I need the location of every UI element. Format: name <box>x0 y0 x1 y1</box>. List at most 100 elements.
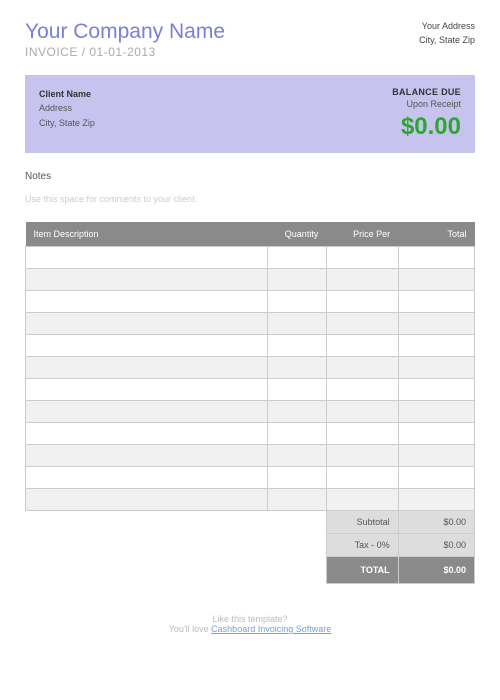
cell-price[interactable] <box>326 247 398 269</box>
cell-price[interactable] <box>326 335 398 357</box>
invoice-word: INVOICE <box>25 45 78 59</box>
cell-description[interactable] <box>26 445 268 467</box>
cell-quantity[interactable] <box>268 269 326 291</box>
cell-quantity[interactable] <box>268 379 326 401</box>
header-price: Price Per <box>326 222 398 247</box>
cell-total[interactable] <box>398 291 474 313</box>
client-city-state-zip: City, State Zip <box>39 116 95 130</box>
table-row <box>26 467 475 489</box>
notes-hint: Use this space for comments to your clie… <box>25 194 475 204</box>
cell-description[interactable] <box>26 379 268 401</box>
cell-quantity[interactable] <box>268 335 326 357</box>
cell-price[interactable] <box>326 445 398 467</box>
invoice-line: INVOICE / 01-01-2013 <box>25 45 225 59</box>
cell-total[interactable] <box>398 467 474 489</box>
cell-price[interactable] <box>326 357 398 379</box>
cell-quantity[interactable] <box>268 489 326 511</box>
cell-description[interactable] <box>26 467 268 489</box>
tax-row: Tax - 0% $0.00 <box>26 534 475 557</box>
cell-total[interactable] <box>398 313 474 335</box>
table-row <box>26 247 475 269</box>
cell-quantity[interactable] <box>268 313 326 335</box>
table-row <box>26 445 475 467</box>
header: Your Company Name INVOICE / 01-01-2013 Y… <box>25 20 475 59</box>
total-row: TOTAL $0.00 <box>26 557 475 584</box>
cell-price[interactable] <box>326 489 398 511</box>
cell-description[interactable] <box>26 489 268 511</box>
blank-cell <box>26 557 327 584</box>
cell-price[interactable] <box>326 313 398 335</box>
total-label: TOTAL <box>326 557 398 584</box>
cell-quantity[interactable] <box>268 445 326 467</box>
table-row <box>26 335 475 357</box>
cell-total[interactable] <box>398 335 474 357</box>
table-row <box>26 379 475 401</box>
client-box: Client Name Address City, State Zip BALA… <box>25 75 475 153</box>
cell-description[interactable] <box>26 357 268 379</box>
header-total: Total <box>398 222 474 247</box>
cell-quantity[interactable] <box>268 247 326 269</box>
cell-quantity[interactable] <box>268 401 326 423</box>
footer-line2: You'll love Cashboard Invoicing Software <box>25 624 475 634</box>
table-row <box>26 401 475 423</box>
blank-cell <box>26 511 327 534</box>
header-left: Your Company Name INVOICE / 01-01-2013 <box>25 20 225 59</box>
balance-info: BALANCE DUE Upon Receipt $0.00 <box>392 87 461 141</box>
cell-description[interactable] <box>26 269 268 291</box>
cell-description[interactable] <box>26 291 268 313</box>
cell-quantity[interactable] <box>268 357 326 379</box>
total-value: $0.00 <box>398 557 474 584</box>
cell-total[interactable] <box>398 445 474 467</box>
cell-price[interactable] <box>326 423 398 445</box>
subtotal-row: Subtotal $0.00 <box>26 511 475 534</box>
client-name: Client Name <box>39 87 95 101</box>
header-quantity: Quantity <box>268 222 326 247</box>
table-row <box>26 357 475 379</box>
subtotal-value: $0.00 <box>398 511 474 534</box>
subtotal-label: Subtotal <box>326 511 398 534</box>
table-row <box>26 269 475 291</box>
client-address: Address <box>39 101 95 115</box>
cell-total[interactable] <box>398 423 474 445</box>
cell-price[interactable] <box>326 401 398 423</box>
cell-price[interactable] <box>326 269 398 291</box>
header-description: Item Description <box>26 222 268 247</box>
table-row <box>26 291 475 313</box>
footer: Like this template? You'll love Cashboar… <box>25 614 475 634</box>
invoice-date: 01-01-2013 <box>89 45 155 59</box>
tax-value: $0.00 <box>398 534 474 557</box>
your-city-state-zip: City, State Zip <box>419 34 475 48</box>
cell-total[interactable] <box>398 489 474 511</box>
header-right: Your Address City, State Zip <box>419 20 475 59</box>
footer-link[interactable]: Cashboard Invoicing Software <box>211 624 331 634</box>
cell-description[interactable] <box>26 313 268 335</box>
table-row <box>26 489 475 511</box>
blank-cell <box>26 534 327 557</box>
line-items-table: Item Description Quantity Price Per Tota… <box>25 222 475 584</box>
your-address: Your Address <box>419 20 475 34</box>
cell-quantity[interactable] <box>268 467 326 489</box>
cell-quantity[interactable] <box>268 423 326 445</box>
cell-total[interactable] <box>398 401 474 423</box>
footer-prefix: You'll love <box>169 624 211 634</box>
cell-price[interactable] <box>326 379 398 401</box>
table-row <box>26 423 475 445</box>
cell-description[interactable] <box>26 247 268 269</box>
cell-total[interactable] <box>398 357 474 379</box>
table-row <box>26 313 475 335</box>
cell-description[interactable] <box>26 401 268 423</box>
cell-total[interactable] <box>398 269 474 291</box>
table-header-row: Item Description Quantity Price Per Tota… <box>26 222 475 247</box>
invoice-separator: / <box>82 45 86 59</box>
cell-price[interactable] <box>326 467 398 489</box>
footer-line1: Like this template? <box>25 614 475 624</box>
client-info: Client Name Address City, State Zip <box>39 87 95 141</box>
cell-quantity[interactable] <box>268 291 326 313</box>
notes-label: Notes <box>25 171 475 182</box>
tax-label: Tax - 0% <box>326 534 398 557</box>
cell-total[interactable] <box>398 379 474 401</box>
cell-description[interactable] <box>26 335 268 357</box>
cell-price[interactable] <box>326 291 398 313</box>
cell-description[interactable] <box>26 423 268 445</box>
cell-total[interactable] <box>398 247 474 269</box>
